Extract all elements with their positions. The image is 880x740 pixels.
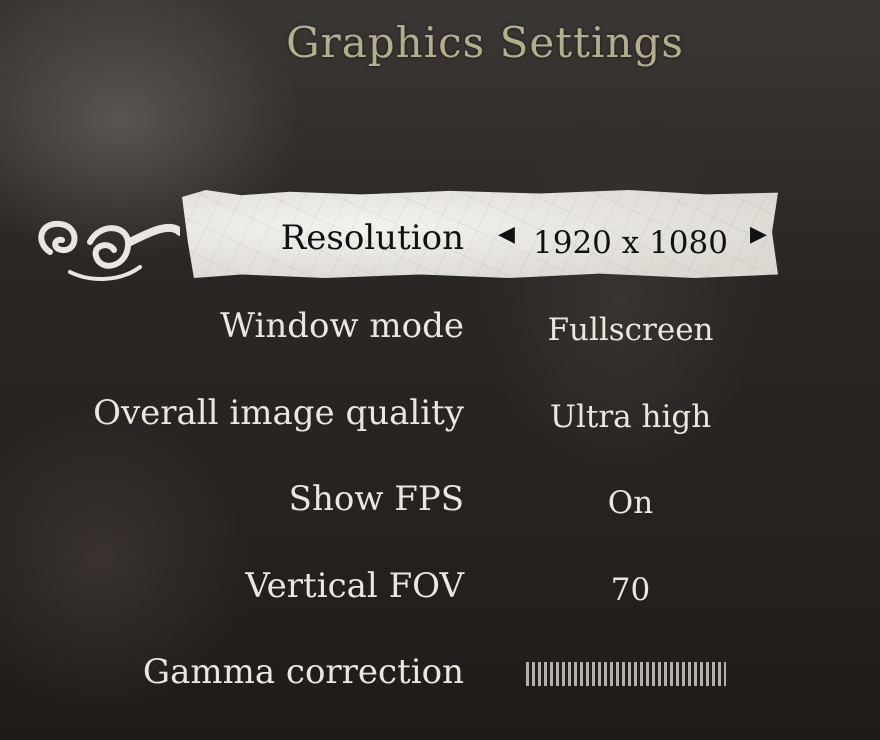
setting-label-vertical-fov[interactable]: Vertical FOV bbox=[44, 566, 464, 606]
setting-value-image-quality[interactable]: Ultra high bbox=[508, 399, 753, 435]
setting-label-gamma-correction[interactable]: Gamma correction bbox=[44, 652, 464, 692]
setting-value-resolution[interactable]: 1920 x 1080 bbox=[508, 225, 753, 261]
arrow-right-icon[interactable]: ▶ bbox=[750, 222, 767, 247]
page-title: Graphics Settings bbox=[286, 18, 684, 67]
background-scene bbox=[0, 0, 880, 740]
gamma-slider-fill bbox=[526, 662, 726, 686]
setting-value-window-mode[interactable]: Fullscreen bbox=[508, 312, 753, 348]
setting-label-image-quality[interactable]: Overall image quality bbox=[44, 393, 464, 433]
setting-label-show-fps[interactable]: Show FPS bbox=[44, 479, 464, 519]
setting-value-show-fps[interactable]: On bbox=[508, 485, 753, 521]
setting-value-vertical-fov[interactable]: 70 bbox=[508, 572, 753, 608]
gamma-slider[interactable] bbox=[526, 662, 726, 686]
setting-label-resolution[interactable]: Resolution bbox=[44, 218, 464, 258]
setting-label-window-mode[interactable]: Window mode bbox=[44, 306, 464, 346]
